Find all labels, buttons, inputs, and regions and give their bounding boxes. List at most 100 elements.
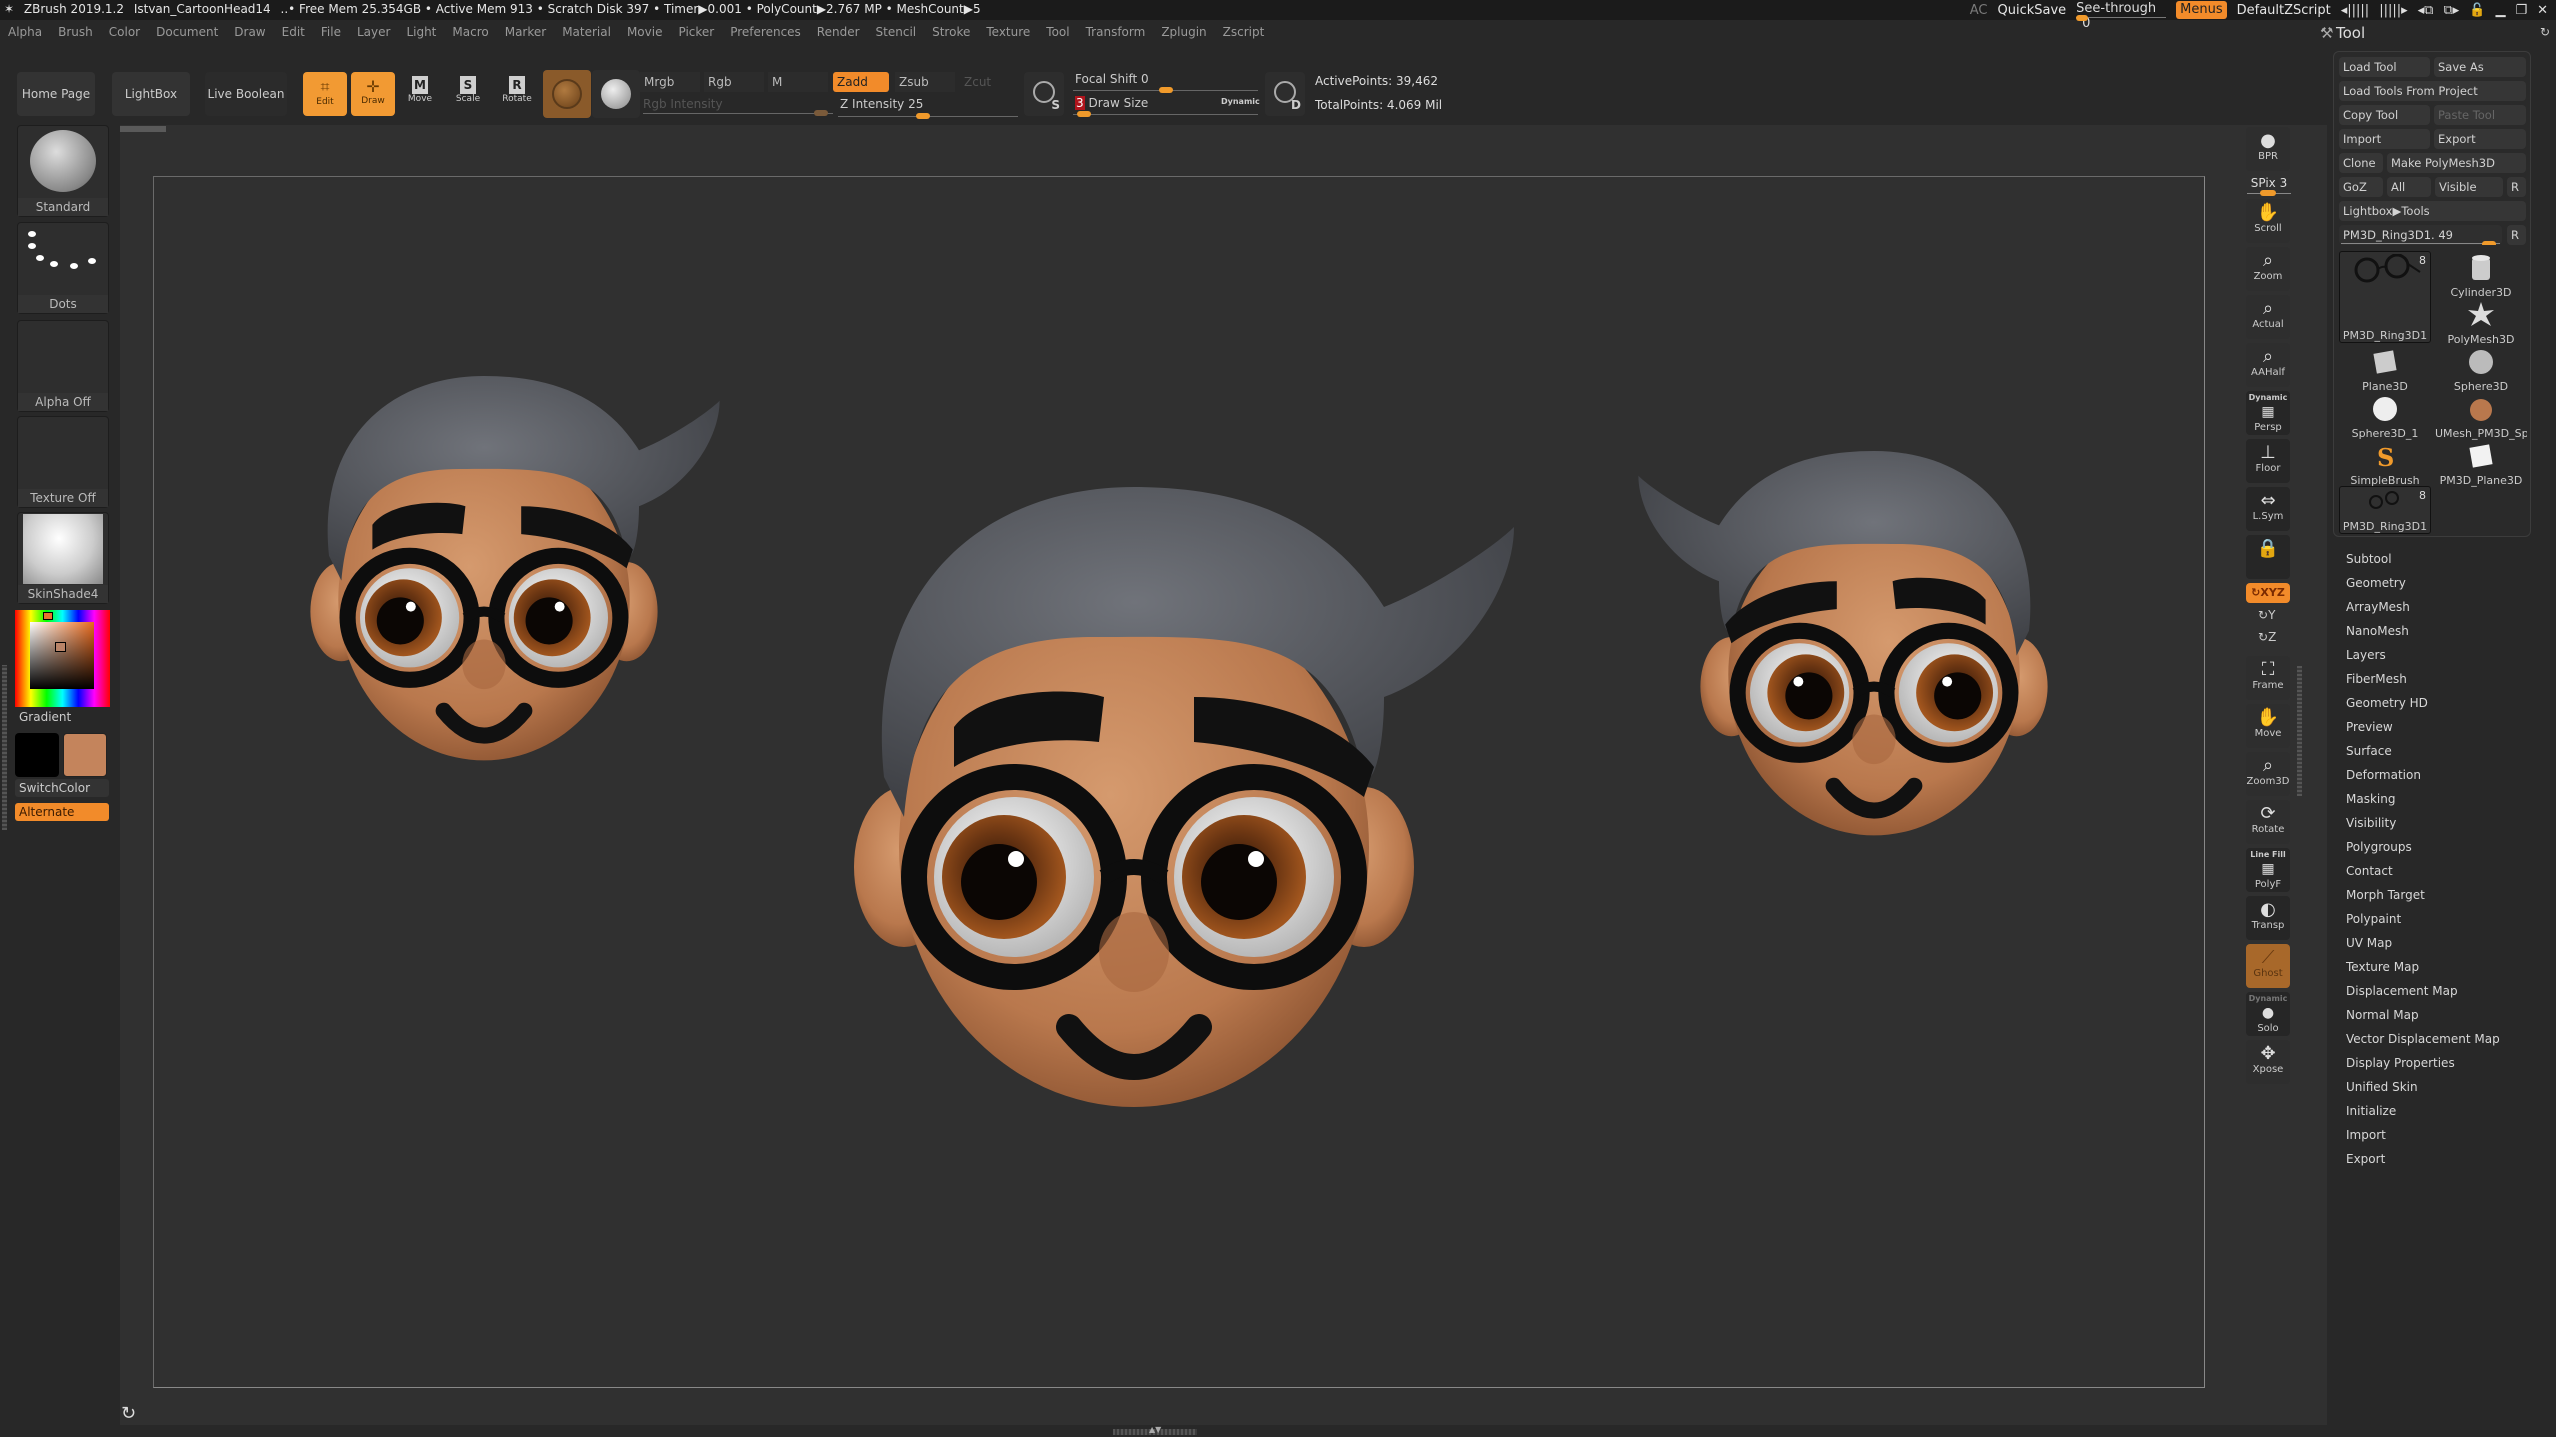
menu-color[interactable]: Color bbox=[101, 22, 148, 44]
menu-movie[interactable]: Movie bbox=[619, 22, 671, 44]
load-tools-from-project-button[interactable]: Load Tools From Project bbox=[2339, 81, 2526, 101]
subpalette-polygroups[interactable]: Polygroups bbox=[2346, 837, 2536, 861]
goz-button[interactable]: GoZ bbox=[2339, 177, 2383, 197]
menus-toggle[interactable]: Menus bbox=[2176, 1, 2227, 19]
layout-left-icon[interactable]: ◂⧉ bbox=[2418, 3, 2434, 18]
draw-button[interactable]: ✛ Draw bbox=[351, 72, 395, 116]
menu-zscript[interactable]: Zscript bbox=[1215, 22, 1273, 44]
draw-size-slider[interactable] bbox=[1073, 114, 1258, 115]
subpalette-geometry-hd[interactable]: Geometry HD bbox=[2346, 693, 2536, 717]
menu-preferences[interactable]: Preferences bbox=[722, 22, 809, 44]
layout-right-icon[interactable]: ⧉▸ bbox=[2443, 3, 2459, 18]
texture-selector[interactable]: Texture Off bbox=[17, 416, 109, 508]
menu-light[interactable]: Light bbox=[398, 22, 444, 44]
move-button[interactable]: M Move bbox=[398, 72, 442, 116]
rotate-view-button[interactable]: ⟳ Rotate bbox=[2246, 800, 2290, 844]
gradient-toggle[interactable]: Gradient bbox=[15, 708, 109, 726]
stroke-selector[interactable]: Dots bbox=[17, 222, 109, 314]
lock-icon[interactable]: 🔓 bbox=[2469, 3, 2485, 18]
zadd-toggle[interactable]: Zadd bbox=[833, 72, 889, 92]
home-page-button[interactable]: Home Page bbox=[17, 72, 95, 116]
lsym-button[interactable]: ⇔ L.Sym bbox=[2246, 487, 2290, 531]
focal-shift-knob[interactable] bbox=[1159, 87, 1173, 93]
subpalette-unified-skin[interactable]: Unified Skin bbox=[2346, 1077, 2536, 1101]
menu-texture[interactable]: Texture bbox=[978, 22, 1038, 44]
draw-size-knob[interactable] bbox=[1077, 111, 1091, 117]
tool-thumb[interactable]: PolyMesh3D bbox=[2435, 298, 2527, 346]
subpalette-normal-map[interactable]: Normal Map bbox=[2346, 1005, 2536, 1029]
tool-thumb[interactable]: 8 PM3D_Ring3D1 bbox=[2339, 486, 2431, 534]
quicksave-button[interactable]: QuickSave bbox=[1997, 3, 2066, 18]
subpalette-import[interactable]: Import bbox=[2346, 1125, 2536, 1149]
copy-tool-button[interactable]: Copy Tool bbox=[2339, 105, 2430, 125]
menu-transform[interactable]: Transform bbox=[1078, 22, 1154, 44]
subpalette-display-properties[interactable]: Display Properties bbox=[2346, 1053, 2536, 1077]
y-rotation-toggle[interactable]: ↻Y bbox=[2258, 608, 2275, 622]
subpalette-uv-map[interactable]: UV Map bbox=[2346, 933, 2536, 957]
minimize-icon[interactable]: ▁ bbox=[2495, 3, 2505, 18]
left-tray-scrollbar[interactable] bbox=[2, 665, 7, 830]
actual-button[interactable]: ⌕ Actual bbox=[2246, 295, 2290, 339]
solo-button[interactable]: Dynamic ● Solo bbox=[2246, 992, 2290, 1036]
zoom-button[interactable]: ⌕ Zoom bbox=[2246, 247, 2290, 291]
alternate-button[interactable]: Alternate bbox=[15, 803, 109, 821]
menu-edit[interactable]: Edit bbox=[274, 22, 313, 44]
zcut-toggle[interactable]: Zcut bbox=[960, 72, 1000, 92]
subpalette-texture-map[interactable]: Texture Map bbox=[2346, 957, 2536, 981]
tool-thumb[interactable]: S SimpleBrush bbox=[2339, 439, 2431, 487]
subpalette-preview[interactable]: Preview bbox=[2346, 717, 2536, 741]
right-tray-scrollbar[interactable] bbox=[2297, 666, 2302, 796]
document-tab[interactable] bbox=[120, 126, 166, 132]
bottom-tray-handle[interactable]: ▲▼ bbox=[1113, 1425, 1197, 1435]
menu-macro[interactable]: Macro bbox=[444, 22, 496, 44]
aahalf-button[interactable]: ⌕ AAHalf bbox=[2246, 343, 2290, 387]
load-tool-button[interactable]: Load Tool bbox=[2339, 57, 2430, 77]
scale-button[interactable]: S Scale bbox=[446, 72, 490, 116]
see-through-slider[interactable]: See-through 0 bbox=[2076, 1, 2167, 31]
xpose-button[interactable]: ✥ Xpose bbox=[2246, 1040, 2290, 1084]
close-icon[interactable]: ✕ bbox=[2537, 3, 2548, 18]
canvas-viewport[interactable] bbox=[153, 176, 2205, 1388]
transp-button[interactable]: ◐ Transp bbox=[2246, 896, 2290, 940]
move-view-button[interactable]: ✋ Move bbox=[2246, 704, 2290, 748]
menu-marker[interactable]: Marker bbox=[497, 22, 554, 44]
subpalette-layers[interactable]: Layers bbox=[2346, 645, 2536, 669]
menu-document[interactable]: Document bbox=[148, 22, 226, 44]
tool-palette-header[interactable]: ⚒ Tool ↻ bbox=[2318, 22, 2556, 46]
dynamic-toggle[interactable]: Dynamic bbox=[1221, 97, 1260, 106]
polyf-button[interactable]: Line Fill ▦ PolyF bbox=[2246, 848, 2290, 892]
scroll-button[interactable]: ✋ Scroll bbox=[2246, 199, 2290, 243]
material-selector[interactable]: SkinShade4 bbox=[17, 512, 109, 604]
switch-color-button[interactable]: SwitchColor bbox=[15, 779, 109, 797]
shift-right-icon[interactable]: |||||▸ bbox=[2379, 3, 2407, 18]
rotate-button[interactable]: R Rotate bbox=[495, 72, 539, 116]
tool-thumb[interactable]: UMesh_PM3D_Sp bbox=[2435, 392, 2527, 440]
menu-file[interactable]: File bbox=[313, 22, 349, 44]
persp-button[interactable]: Dynamic ▦ Persp bbox=[2246, 391, 2290, 435]
ac-button[interactable]: AC bbox=[1970, 3, 1988, 18]
ghost-button[interactable]: ⟋ Ghost bbox=[2246, 944, 2290, 988]
subpalette-contact[interactable]: Contact bbox=[2346, 861, 2536, 885]
frame-button[interactable]: ⛶ Frame bbox=[2246, 656, 2290, 700]
menu-draw[interactable]: Draw bbox=[226, 22, 273, 44]
subpalette-visibility[interactable]: Visibility bbox=[2346, 813, 2536, 837]
xyz-rotation-toggle[interactable]: ↻XYZ bbox=[2246, 583, 2290, 603]
menu-tool[interactable]: Tool bbox=[1038, 22, 1077, 44]
tool-thumb[interactable]: 8 PM3D_Ring3D1 bbox=[2339, 251, 2431, 343]
subpalette-nanomesh[interactable]: NanoMesh bbox=[2346, 621, 2536, 645]
menu-brush[interactable]: Brush bbox=[50, 22, 101, 44]
reset-icon[interactable]: ↻ bbox=[2540, 25, 2550, 39]
material-swatch[interactable] bbox=[543, 70, 591, 118]
subpalette-export[interactable]: Export bbox=[2346, 1149, 2536, 1173]
sculptris-button[interactable] bbox=[592, 70, 640, 118]
brush-selector[interactable]: Standard bbox=[17, 125, 109, 217]
floor-button[interactable]: ⊥ Floor bbox=[2246, 439, 2290, 483]
make-polymesh3d-button[interactable]: Make PolyMesh3D bbox=[2387, 153, 2526, 173]
subpalette-surface[interactable]: Surface bbox=[2346, 741, 2536, 765]
menu-layer[interactable]: Layer bbox=[349, 22, 398, 44]
z-intensity-knob[interactable] bbox=[916, 113, 930, 119]
tool-thumb[interactable]: Cylinder3D bbox=[2435, 251, 2527, 299]
rgb-intensity-knob[interactable] bbox=[814, 110, 828, 116]
default-zscript-button[interactable]: DefaultZScript bbox=[2237, 3, 2331, 18]
primary-color-swatch[interactable] bbox=[15, 733, 59, 777]
